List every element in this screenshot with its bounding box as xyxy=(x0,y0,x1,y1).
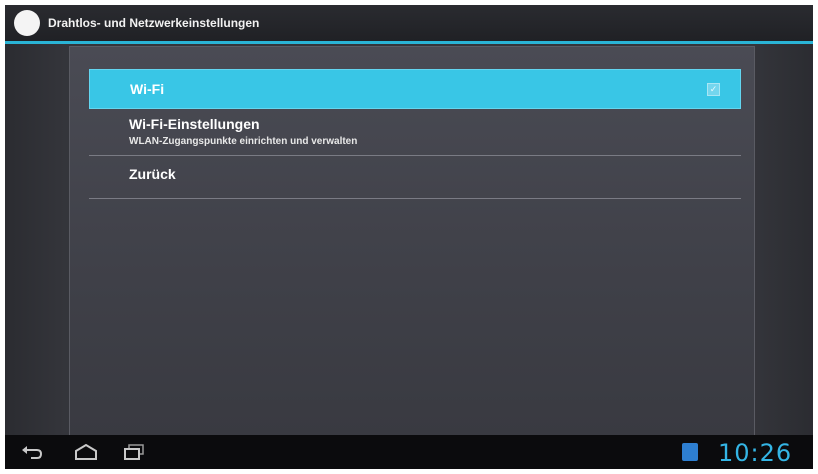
divider xyxy=(89,198,741,199)
wifi-settings-summary: WLAN-Zugangspunkte einrichten und verwal… xyxy=(129,136,358,147)
back-arrow-icon[interactable] xyxy=(17,440,47,464)
recent-apps-icon[interactable] xyxy=(119,440,149,464)
page-title: Drahtlos- und Netzwerkeinstellungen xyxy=(48,16,260,30)
wifi-settings-title: Wi-Fi-Einstellungen xyxy=(129,116,260,132)
wifi-title: Wi-Fi xyxy=(130,81,165,97)
title-bar: Drahtlos- und Netzwerkeinstellungen xyxy=(5,5,813,41)
device-screen: Drahtlos- und Netzwerkeinstellungen Wi-F… xyxy=(5,5,813,469)
content-area: Wi-Fi ✓ Wi-Fi-Einstellungen WLAN-Zugangs… xyxy=(5,44,813,436)
wifi-checkbox[interactable]: ✓ xyxy=(707,83,720,96)
back-item[interactable]: Zurück xyxy=(89,157,741,197)
back-title: Zurück xyxy=(129,166,176,182)
wifi-toggle-item[interactable]: Wi-Fi ✓ xyxy=(89,69,741,109)
wifi-settings-item[interactable]: Wi-Fi-Einstellungen WLAN-Zugangspunkte e… xyxy=(89,109,741,153)
app-icon[interactable] xyxy=(14,10,40,36)
clock: 10:26 xyxy=(718,439,793,467)
preferences-panel: Wi-Fi ✓ Wi-Fi-Einstellungen WLAN-Zugangs… xyxy=(69,46,755,436)
navigation-bar: 10:26 xyxy=(5,435,813,469)
home-icon[interactable] xyxy=(71,440,101,464)
app-notification-icon[interactable] xyxy=(682,443,698,461)
divider xyxy=(89,155,741,156)
